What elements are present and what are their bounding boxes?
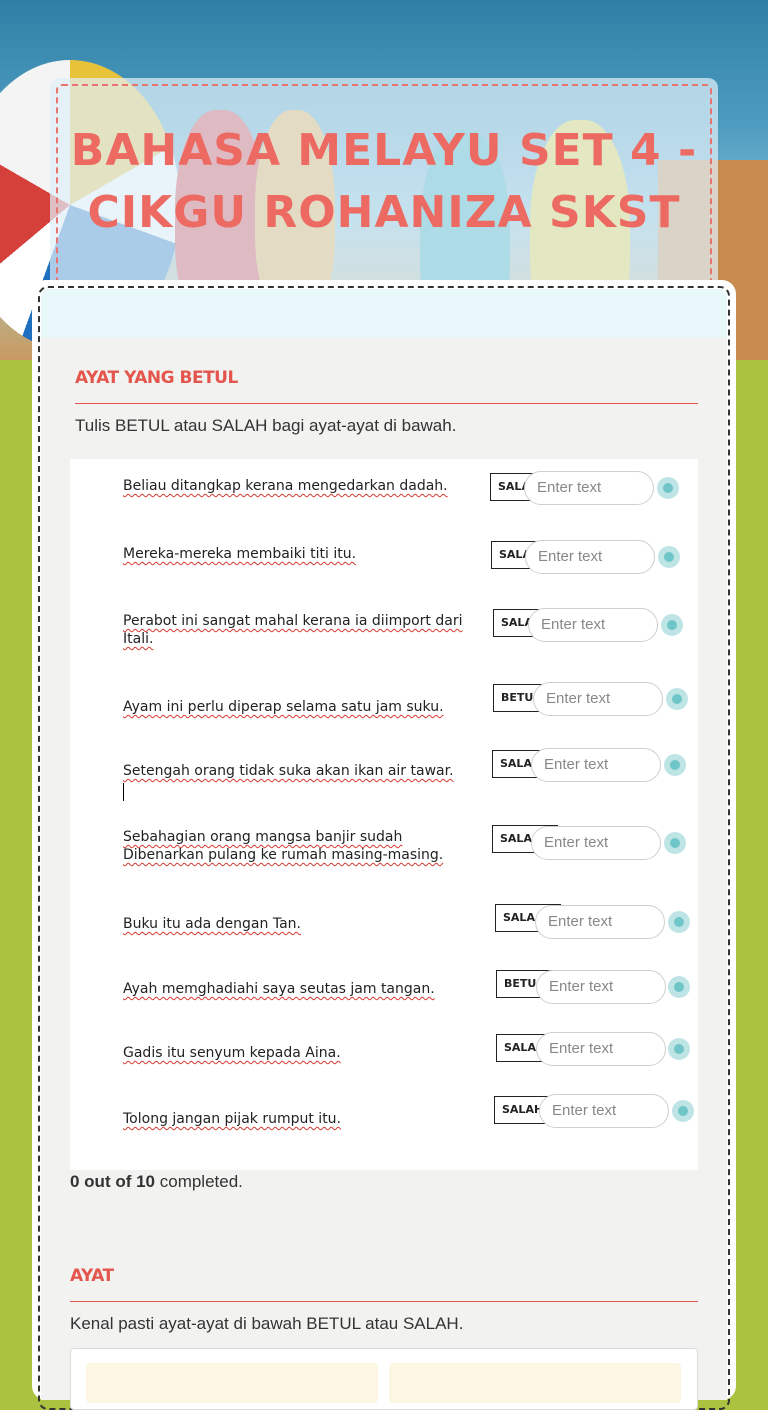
progress-text: 0 out of 10 completed. (70, 1172, 243, 1192)
question-text: Perabot ini sangat mahal kerana ia diimp… (123, 613, 463, 647)
question-text: Tolong jangan pijak rumput itu. (123, 1111, 342, 1127)
choice-container (70, 1348, 698, 1410)
section-heading: AYAT (70, 1266, 114, 1286)
answer-dot-icon[interactable] (657, 477, 679, 499)
answer-dot-icon[interactable] (664, 754, 686, 776)
question-text: Sebahagian orang mangsa banjir sudah Dib… (123, 829, 444, 863)
answer-dot-icon[interactable] (668, 1038, 690, 1060)
question-text: Beliau ditangkap kerana mengedarkan dada… (123, 478, 448, 494)
answer-dot-icon[interactable] (668, 911, 690, 933)
answer-dot-icon[interactable] (664, 832, 686, 854)
section-divider (70, 1301, 698, 1302)
answer-input[interactable]: Enter text (539, 1094, 669, 1128)
answer-dot-icon[interactable] (658, 546, 680, 568)
text-cursor (123, 783, 124, 801)
question-text: Mereka-mereka membaiki titi itu. (123, 546, 357, 562)
section-heading: AYAT YANG BETUL (75, 368, 238, 388)
answer-input[interactable]: Enter text (535, 905, 665, 939)
section-instruction: Kenal pasti ayat-ayat di bawah BETUL ata… (70, 1314, 464, 1333)
answer-input[interactable]: Enter text (525, 540, 655, 574)
section-instruction: Tulis BETUL atau SALAH bagi ayat-ayat di… (75, 416, 457, 435)
answer-dot-icon[interactable] (672, 1100, 694, 1122)
answer-input[interactable]: Enter text (528, 608, 658, 642)
choice-option[interactable] (86, 1363, 378, 1403)
choice-option[interactable] (389, 1363, 681, 1403)
answer-input[interactable]: Enter text (531, 748, 661, 782)
worksheet-title: BAHASA MELAYU SET 4 - CIKGU ROHANIZA SKS… (70, 125, 698, 238)
answer-input[interactable]: Enter text (536, 1032, 666, 1066)
progress-count: 0 out of 10 (70, 1172, 156, 1191)
title-card: BAHASA MELAYU SET 4 - CIKGU ROHANIZA SKS… (50, 78, 718, 308)
answer-input[interactable]: Enter text (536, 970, 666, 1004)
answer-input[interactable]: Enter text (524, 471, 654, 505)
progress-suffix: completed. (155, 1172, 243, 1191)
answer-input[interactable]: Enter text (531, 826, 661, 860)
answer-input[interactable]: Enter text (533, 682, 663, 716)
answer-dot-icon[interactable] (666, 688, 688, 710)
question-image: Beliau ditangkap kerana mengedarkan dada… (70, 459, 698, 1170)
answer-dot-icon[interactable] (661, 614, 683, 636)
question-text: Buku itu ada dengan Tan. (123, 916, 301, 932)
question-text: Setengah orang tidak suka akan ikan air … (123, 763, 454, 779)
question-text: Gadis itu senyum kepada Aina. (123, 1045, 341, 1061)
section-divider (75, 403, 698, 404)
question-text: Ayah memghadiahi saya seutas jam tangan. (123, 981, 435, 997)
answer-dot-icon[interactable] (668, 976, 690, 998)
question-text: Ayam ini perlu diperap selama satu jam s… (123, 699, 444, 715)
